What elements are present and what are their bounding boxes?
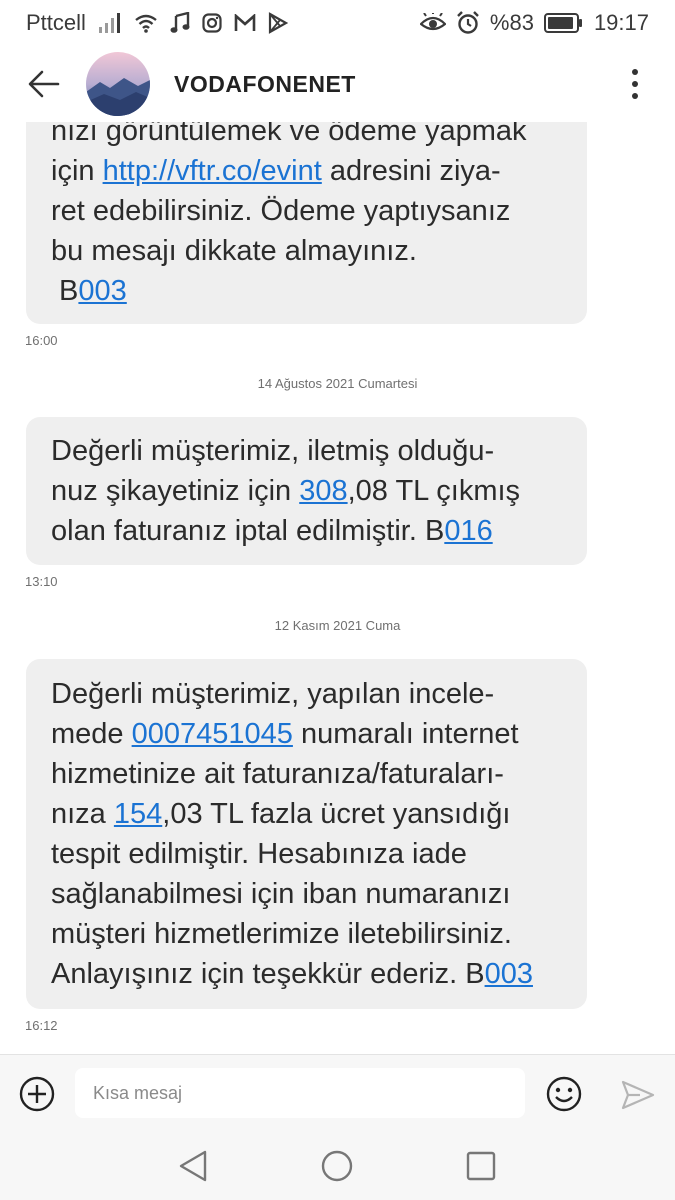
message-text: B: [51, 275, 79, 307]
message-text: mede: [51, 718, 132, 750]
message-number-link[interactable]: 016: [444, 515, 492, 547]
signal-icon: [98, 12, 122, 34]
message-text-line: sağlanabilmesi için iban numaranızı: [51, 878, 511, 910]
message-text: için: [51, 155, 103, 187]
battery-icon: [543, 12, 584, 34]
message-text-line: B003: [51, 271, 527, 311]
message-text-line: hizmetinize ait faturanıza/faturaları-: [51, 758, 504, 790]
message-text: nıza: [51, 798, 114, 830]
message-text-line: Değerli müşterimiz, yapılan incele-: [51, 678, 495, 710]
message-timestamp: 16:00: [25, 333, 58, 348]
battery-percentage: %83: [489, 10, 534, 35]
instagram-icon: [202, 13, 222, 33]
contact-name[interactable]: VODAFONENET: [174, 71, 356, 98]
message-bubble[interactable]: Değerli müşterimiz, iletmiş olduğu- nuz …: [26, 417, 587, 565]
message-text-line: tespit edilmiştir. Hesabınıza iade: [51, 838, 467, 870]
music-note-icon: [170, 12, 190, 34]
message-text: adresini ziya-: [321, 155, 501, 187]
back-arrow-icon[interactable]: [16, 56, 72, 112]
wifi-icon: [134, 13, 158, 33]
smiley-icon: [546, 1076, 582, 1112]
message-list[interactable]: nızı görüntülemek ve ödeme yapmak için h…: [0, 122, 675, 1054]
conversation-header: VODAFONENET: [0, 46, 675, 122]
message-text-line: için http://vftr.co/evint adresini ziya-: [51, 151, 527, 191]
message-text: nuz şikayetiniz için: [51, 475, 300, 507]
contact-avatar[interactable]: [86, 52, 150, 116]
message-number-link[interactable]: 0007451045: [132, 718, 293, 750]
nav-recents-icon[interactable]: [463, 1148, 499, 1184]
message-text-line: nızı görüntülemek ve ödeme yapmak: [51, 122, 527, 147]
message-timestamp: 16:12: [25, 1018, 58, 1033]
message-text-line: mede 0007451045 numaralı internet: [51, 714, 533, 754]
message-text-line: bu mesajı dikkate almayınız.: [51, 235, 417, 267]
more-options-icon[interactable]: [615, 56, 655, 112]
send-icon: [621, 1080, 655, 1110]
gmail-icon: [234, 14, 256, 32]
message-timestamp: 13:10: [25, 574, 58, 589]
plus-circle-icon: [19, 1076, 55, 1112]
message-number-link[interactable]: 154: [114, 798, 162, 830]
message-input[interactable]: [75, 1068, 525, 1118]
nav-home-icon[interactable]: [319, 1148, 355, 1184]
date-separator: 12 Kasım 2021 Cuma: [274, 618, 401, 633]
send-button[interactable]: [620, 1077, 656, 1113]
message-text: Anlayışınız için teşekkür ederiz. B: [51, 958, 485, 990]
message-text-line: nuz şikayetiniz için 308,08 TL çıkmış: [51, 471, 520, 511]
message-number-link[interactable]: 003: [78, 275, 126, 307]
carrier-name: Pttcell: [26, 10, 86, 35]
message-text-line: olan faturanız iptal edilmiştir. B016: [51, 511, 520, 551]
add-attachment-button[interactable]: [18, 1075, 56, 1113]
message-text-line: nıza 154,03 TL fazla ücret yansıdığı: [51, 794, 533, 834]
play-store-icon: [268, 12, 288, 34]
message-number-link[interactable]: 308: [299, 475, 347, 507]
message-text: ,08 TL çıkmış: [347, 475, 521, 507]
message-bubble[interactable]: nızı görüntülemek ve ödeme yapmak için h…: [26, 122, 587, 324]
emoji-button[interactable]: [545, 1075, 583, 1113]
clock-time: 19:17: [593, 10, 649, 35]
sms-conversation-screen: Pttcell %83 19:17 VODAFONENET nızı görün…: [0, 0, 675, 1200]
message-number-link[interactable]: 003: [485, 958, 533, 990]
message-bubble[interactable]: Değerli müşterimiz, yapılan incele- mede…: [26, 659, 587, 1009]
message-text-line: Anlayışınız için teşekkür ederiz. B003: [51, 954, 533, 994]
message-link[interactable]: http://vftr.co/evint: [103, 155, 322, 187]
status-bar: Pttcell %83 19:17: [0, 0, 675, 46]
message-text-line: Değerli müşterimiz, iletmiş olduğu-: [51, 435, 495, 467]
message-composer: [0, 1054, 675, 1132]
nav-back-icon[interactable]: [175, 1148, 211, 1184]
message-text: olan faturanız iptal edilmiştir. B: [51, 515, 445, 547]
alarm-clock-icon: [456, 11, 480, 35]
system-navigation-bar: [0, 1132, 675, 1200]
eye-comfort-icon: [419, 13, 446, 33]
message-text: ,03 TL fazla ücret yansıdığı: [162, 798, 511, 830]
message-text: numaralı internet: [292, 718, 519, 750]
message-text-line: ret edebilirsiniz. Ödeme yaptıysanız: [51, 195, 511, 227]
date-separator: 14 Ağustos 2021 Cumartesi: [257, 376, 418, 391]
message-text-line: müşteri hizmetlerimize iletebilirsiniz.: [51, 918, 512, 950]
